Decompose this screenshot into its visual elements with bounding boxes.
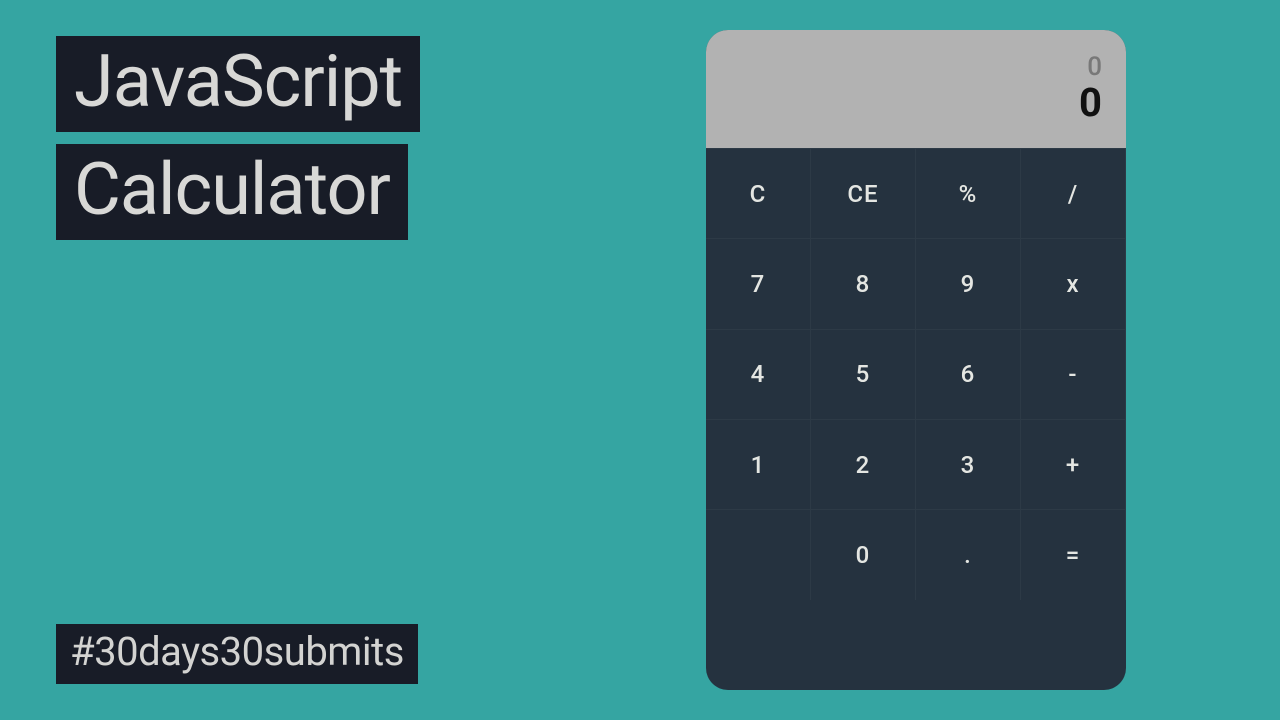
calculator-display: 0 0	[706, 30, 1126, 148]
decimal-key[interactable]: .	[916, 509, 1021, 599]
multiply-key[interactable]: x	[1021, 238, 1126, 328]
four-key[interactable]: 4	[706, 329, 811, 419]
five-key[interactable]: 5	[811, 329, 916, 419]
seven-key[interactable]: 7	[706, 238, 811, 328]
clear-entry-key[interactable]: CE	[811, 148, 916, 238]
percent-key[interactable]: %	[916, 148, 1021, 238]
display-previous: 0	[1087, 53, 1102, 82]
title-line-2: Calculator	[56, 144, 408, 240]
one-key[interactable]: 1	[706, 419, 811, 509]
two-key[interactable]: 2	[811, 419, 916, 509]
calculator: 0 0 CCE%/ 789x 456- 123+0.=	[706, 30, 1126, 690]
hashtag-label: #30days30submits	[56, 624, 418, 684]
subtract-key[interactable]: -	[1021, 329, 1126, 419]
equals-key[interactable]: =	[1021, 509, 1126, 599]
title-line-1: JavaScript	[56, 36, 420, 132]
add-key[interactable]: +	[1021, 419, 1126, 509]
zero-key[interactable]: 0	[811, 509, 916, 599]
blank-key	[706, 509, 811, 599]
three-key[interactable]: 3	[916, 419, 1021, 509]
display-current: 0	[1079, 81, 1102, 125]
eight-key[interactable]: 8	[811, 238, 916, 328]
nine-key[interactable]: 9	[916, 238, 1021, 328]
clear-key[interactable]: C	[706, 148, 811, 238]
six-key[interactable]: 6	[916, 329, 1021, 419]
hashtag-group: #30days30submits	[56, 624, 418, 684]
page-title-group: JavaScript Calculator	[56, 36, 420, 252]
divide-key[interactable]: /	[1021, 148, 1126, 238]
calculator-keypad: CCE%/ 789x 456- 123+0.=	[706, 148, 1126, 690]
